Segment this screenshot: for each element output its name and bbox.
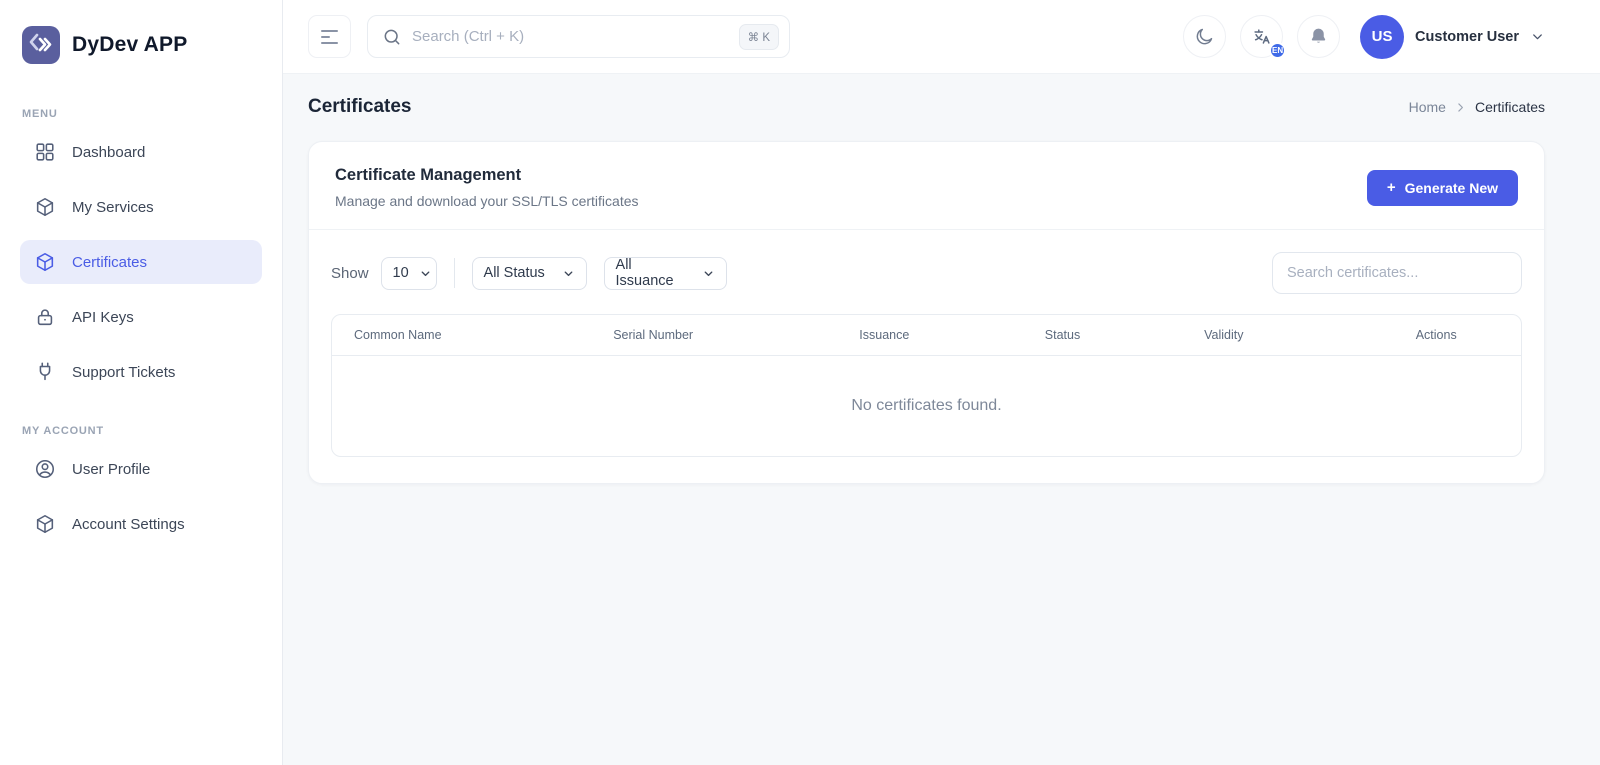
sidebar-toggle-button[interactable]: [308, 15, 351, 58]
page-size-value: 10: [393, 265, 409, 281]
sidebar-section-menu: MENU: [22, 108, 262, 120]
column-header-serial-number: Serial Number: [591, 328, 837, 342]
issuance-filter-select[interactable]: All Issuance: [604, 257, 727, 290]
cube-icon: [34, 513, 56, 535]
sidebar-item-api-keys[interactable]: API Keys: [20, 295, 262, 339]
issuance-filter-value: All Issuance: [616, 257, 692, 289]
bell-icon: [1308, 26, 1329, 47]
breadcrumb-current: Certificates: [1475, 99, 1545, 115]
sidebar-item-support-tickets[interactable]: Support Tickets: [20, 350, 262, 394]
breadcrumb: Home Certificates: [1409, 99, 1545, 115]
column-header-actions: Actions: [1394, 328, 1521, 342]
certificates-table: Common Name Serial Number Issuance Statu…: [331, 314, 1522, 457]
content-area: Certificates Home Certificates Certifica…: [283, 74, 1600, 765]
breadcrumb-home-link[interactable]: Home: [1409, 99, 1446, 115]
sidebar-item-label: API Keys: [72, 309, 134, 326]
table-header-row: Common Name Serial Number Issuance Statu…: [332, 315, 1521, 356]
plug-icon: [34, 361, 56, 383]
sidebar-item-my-services[interactable]: My Services: [20, 185, 262, 229]
search-input[interactable]: [412, 28, 729, 45]
filter-divider: [454, 258, 455, 288]
chevron-down-icon: [419, 267, 432, 280]
page-size-select[interactable]: 10: [381, 257, 437, 290]
language-badge: EN: [1269, 42, 1286, 59]
empty-state-message: No certificates found.: [332, 356, 1521, 456]
column-header-issuance: Issuance: [837, 328, 1022, 342]
sidebar-item-label: Dashboard: [72, 144, 145, 161]
sidebar-section-my-account: MY ACCOUNT: [22, 425, 262, 437]
user-name: Customer User: [1415, 29, 1519, 45]
column-header-validity: Validity: [1182, 328, 1394, 342]
translate-icon: [1251, 26, 1273, 48]
grid-icon: [34, 141, 56, 163]
app-title: DyDev APP: [72, 33, 187, 57]
global-search[interactable]: ⌘ K: [367, 15, 790, 58]
chevron-down-icon: [702, 267, 715, 280]
cube-icon: [34, 196, 56, 218]
user-menu[interactable]: US Customer User: [1360, 15, 1545, 59]
notifications-button[interactable]: [1297, 15, 1340, 58]
sidebar-item-user-profile[interactable]: User Profile: [20, 447, 262, 491]
chevron-down-icon: [562, 267, 575, 280]
sidebar-item-label: Support Tickets: [72, 364, 175, 381]
sidebar-item-account-settings[interactable]: Account Settings: [20, 502, 262, 546]
page-title: Certificates: [308, 96, 412, 118]
app-logo-icon: [22, 26, 60, 64]
certificate-management-card: Certificate Management Manage and downlo…: [308, 141, 1545, 484]
sidebar-item-label: User Profile: [72, 461, 150, 478]
column-header-status: Status: [1023, 328, 1182, 342]
sidebar-item-label: Account Settings: [72, 516, 185, 533]
show-label: Show: [331, 265, 369, 282]
sidebar-item-dashboard[interactable]: Dashboard: [20, 130, 262, 174]
moon-icon: [1194, 26, 1215, 47]
column-header-common-name: Common Name: [332, 328, 591, 342]
keyboard-shortcut-badge: ⌘ K: [739, 24, 779, 50]
generate-new-label: Generate New: [1405, 180, 1498, 196]
chevron-right-icon: [1454, 101, 1467, 114]
sidebar-item-label: Certificates: [72, 254, 147, 271]
certificate-search-input[interactable]: [1272, 252, 1522, 294]
plus-icon: +: [1387, 180, 1396, 195]
language-switcher[interactable]: EN: [1240, 15, 1283, 58]
generate-new-button[interactable]: + Generate New: [1367, 170, 1518, 206]
status-filter-value: All Status: [484, 265, 545, 281]
sidebar: DyDev APP MENU Dashboard My Services Cer…: [0, 0, 283, 765]
app-logo[interactable]: DyDev APP: [20, 26, 262, 64]
top-bar: ⌘ K EN: [283, 0, 1600, 74]
search-icon: [382, 27, 402, 47]
chevron-down-icon: [1530, 29, 1545, 44]
avatar: US: [1360, 15, 1404, 59]
sidebar-item-label: My Services: [72, 199, 154, 216]
card-subtitle: Manage and download your SSL/TLS certifi…: [335, 193, 639, 209]
dark-mode-toggle[interactable]: [1183, 15, 1226, 58]
lock-icon: [34, 306, 56, 328]
sidebar-item-certificates[interactable]: Certificates: [20, 240, 262, 284]
user-circle-icon: [34, 458, 56, 480]
status-filter-select[interactable]: All Status: [472, 257, 587, 290]
cube-icon: [34, 251, 56, 273]
card-title: Certificate Management: [335, 166, 639, 185]
